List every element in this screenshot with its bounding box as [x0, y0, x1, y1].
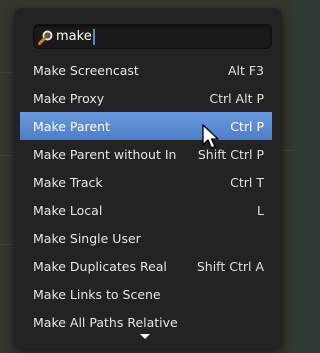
menu-item-make-links-to-scene[interactable]: Make Links to Scene	[20, 280, 272, 308]
menu-item-label: Make Local	[33, 202, 103, 218]
menu-item-label: Make Single User	[33, 230, 141, 246]
search-icon	[37, 28, 55, 46]
search-input[interactable]: make	[33, 24, 272, 49]
search-results-list: Make Screencast Alt F3 Make Proxy Ctrl A…	[20, 56, 272, 336]
menu-item-make-all-paths-relative[interactable]: Make All Paths Relative	[20, 308, 272, 336]
menu-item-shortcut: L	[257, 202, 264, 218]
menu-item-make-duplicates-real[interactable]: Make Duplicates Real Shift Ctrl A	[20, 252, 272, 280]
mouse-pointer-icon	[202, 124, 219, 149]
menu-item-shortcut: Shift Ctrl A	[196, 258, 264, 274]
menu-item-label: Make Links to Scene	[33, 286, 161, 302]
menu-item-make-track[interactable]: Make Track Ctrl T	[20, 168, 272, 196]
search-query-text: make	[56, 29, 92, 44]
menu-item-shortcut: Ctrl P	[230, 118, 264, 134]
menu-item-label: Make All Paths Relative	[33, 314, 178, 330]
menu-item-make-local[interactable]: Make Local L	[20, 196, 272, 224]
menu-item-label: Make Parent without In	[33, 146, 177, 162]
menu-item-make-parent[interactable]: Make Parent Ctrl P	[20, 112, 272, 140]
menu-item-label: Make Proxy	[33, 90, 105, 106]
menu-item-shortcut: Alt F3	[227, 62, 264, 78]
menu-item-label: Make Track	[33, 174, 103, 190]
menu-item-label: Make Parent	[33, 118, 110, 134]
menu-item-shortcut: Ctrl T	[230, 174, 264, 190]
menu-item-label: Make Duplicates Real	[33, 258, 167, 274]
menu-item-make-parent-without-inverse[interactable]: Make Parent without In Shift Ctrl P	[20, 140, 272, 168]
scroll-down-arrow-icon[interactable]	[140, 334, 150, 339]
menu-item-make-proxy[interactable]: Make Proxy Ctrl Alt P	[20, 84, 272, 112]
menu-item-shortcut: Ctrl Alt P	[209, 90, 264, 106]
text-caret	[92, 28, 95, 45]
menu-item-make-single-user[interactable]: Make Single User	[20, 224, 272, 252]
menu-item-label: Make Screencast	[33, 62, 139, 78]
menu-item-make-screencast[interactable]: Make Screencast Alt F3	[20, 56, 272, 84]
